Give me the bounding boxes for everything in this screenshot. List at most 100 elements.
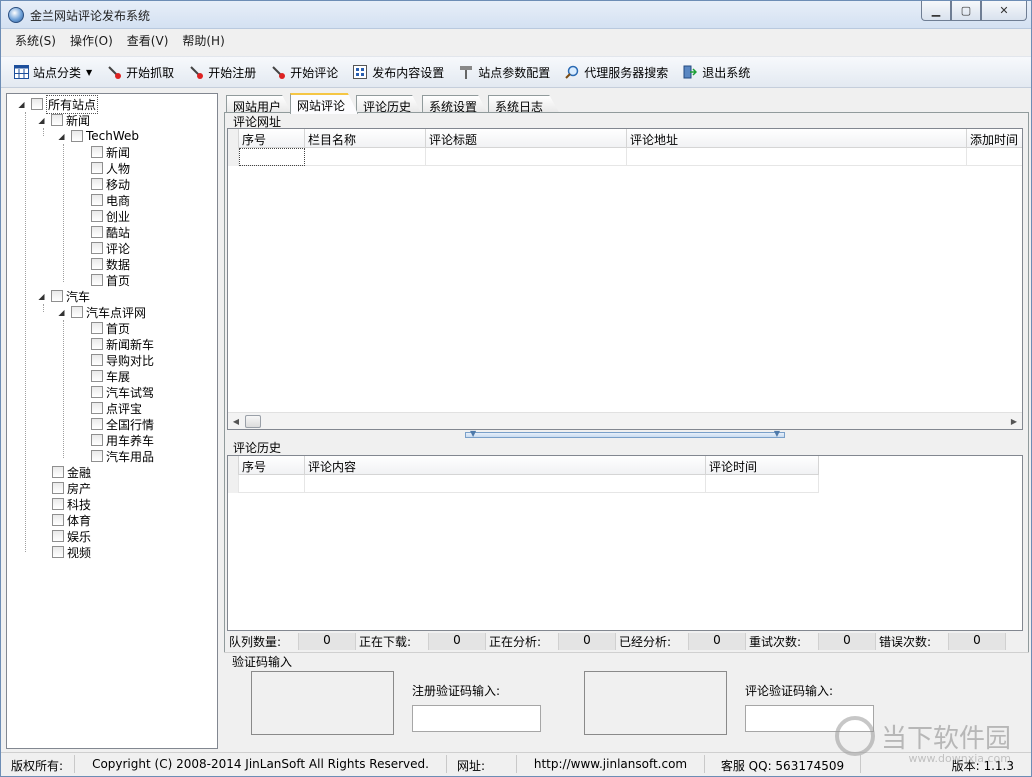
table-cell[interactable] [706, 475, 819, 493]
tree-node-news[interactable]: ◢ 新闻 [37, 112, 90, 128]
tree-checkbox[interactable] [91, 178, 103, 190]
tree-checkbox[interactable] [52, 482, 64, 494]
collapse-triangle-icon[interactable]: ◢ [37, 116, 46, 125]
tree-node-video[interactable]: 视频 [52, 544, 91, 560]
tree-leaf[interactable]: 首页 [91, 320, 130, 336]
tree-checkbox[interactable] [52, 546, 64, 558]
column-header[interactable]: 评论地址 [627, 129, 967, 148]
tree-checkbox[interactable] [91, 338, 103, 350]
menu-system[interactable]: 系统(S) [8, 30, 63, 50]
tree-checkbox[interactable] [91, 258, 103, 270]
tree-checkbox[interactable] [51, 290, 63, 302]
tree-leaf[interactable]: 人物 [91, 160, 130, 176]
tree-checkbox[interactable] [91, 322, 103, 334]
publish-content-settings-button[interactable]: 发布内容设置 [350, 60, 446, 84]
table-row[interactable] [228, 148, 1022, 166]
tree-leaf[interactable]: 数据 [91, 256, 130, 272]
table-row[interactable] [228, 475, 819, 493]
collapse-triangle-icon[interactable]: ◢ [57, 132, 66, 141]
collapse-triangle-icon[interactable]: ◢ [17, 100, 26, 109]
table-cell[interactable] [305, 148, 426, 166]
horizontal-splitter[interactable]: ▼ ▼ [465, 429, 785, 438]
tree-node-autosite[interactable]: ◢ 汽车点评网 [57, 304, 146, 320]
menu-view[interactable]: 查看(V) [120, 30, 176, 50]
site-params-config-button[interactable]: 站点参数配置 [456, 60, 552, 84]
tree-checkbox[interactable] [91, 402, 103, 414]
table-cell[interactable] [627, 148, 967, 166]
tree-checkbox[interactable] [91, 146, 103, 158]
tree-checkbox[interactable] [91, 434, 103, 446]
site-category-button[interactable]: 站点分类 ▼ [11, 60, 94, 84]
scroll-right-icon[interactable]: ▶ [1007, 415, 1021, 427]
tree-leaf[interactable]: 评论 [91, 240, 130, 256]
tree-leaf[interactable]: 首页 [91, 272, 130, 288]
tree-leaf[interactable]: 用车养车 [91, 432, 154, 448]
tree-checkbox[interactable] [71, 130, 83, 142]
horizontal-scrollbar[interactable]: ◀ ▶ [228, 412, 1022, 429]
site-tree[interactable]: ◢ 所有站点 ◢ 新闻 ◢ TechWeb 新闻 人物 移动 电商 创业 酷站 … [6, 93, 218, 749]
table-cell[interactable] [239, 475, 305, 493]
menu-help[interactable]: 帮助(H) [175, 30, 231, 50]
tree-checkbox[interactable] [91, 354, 103, 366]
column-header[interactable]: 评论时间 [706, 456, 819, 475]
tree-checkbox[interactable] [91, 242, 103, 254]
column-header[interactable]: 添加时间 [967, 129, 1022, 148]
tab-site-comments[interactable]: 网站评论 [290, 93, 358, 114]
start-comment-button[interactable]: 开始评论 [268, 60, 340, 84]
tree-root[interactable]: ◢ 所有站点 [17, 94, 99, 114]
tree-leaf[interactable]: 移动 [91, 176, 130, 192]
tree-leaf[interactable]: 点评宝 [91, 400, 142, 416]
tree-node-realestate[interactable]: 房产 [52, 480, 91, 496]
tree-leaf[interactable]: 汽车试驾 [91, 384, 154, 400]
comment-url-grid[interactable]: 序号 栏目名称 评论标题 评论地址 添加时间 ◀ ▶ [227, 128, 1023, 430]
tree-checkbox[interactable] [91, 418, 103, 430]
tree-leaf[interactable]: 新闻新车 [91, 336, 154, 352]
tree-checkbox[interactable] [91, 210, 103, 222]
collapse-triangle-icon[interactable]: ◢ [37, 292, 46, 301]
tree-checkbox[interactable] [71, 306, 83, 318]
tree-checkbox[interactable] [91, 386, 103, 398]
table-cell[interactable] [239, 148, 305, 166]
tree-checkbox[interactable] [52, 466, 64, 478]
minimize-button[interactable]: ▁ [921, 1, 951, 21]
collapse-triangle-icon[interactable]: ◢ [57, 308, 66, 317]
tree-node-tech[interactable]: 科技 [52, 496, 91, 512]
table-cell[interactable] [426, 148, 627, 166]
tree-checkbox[interactable] [91, 450, 103, 462]
register-captcha-input[interactable] [412, 705, 541, 732]
tree-node-sports[interactable]: 体育 [52, 512, 91, 528]
tree-checkbox[interactable] [51, 114, 63, 126]
table-cell[interactable] [967, 148, 1022, 166]
proxy-search-button[interactable]: 代理服务器搜索 [562, 60, 670, 84]
tree-node-auto[interactable]: ◢ 汽车 [37, 288, 90, 304]
tree-checkbox[interactable] [91, 194, 103, 206]
chevron-down-icon[interactable]: ▼ [86, 68, 92, 77]
tree-leaf[interactable]: 导购对比 [91, 352, 154, 368]
maximize-button[interactable]: ▢ [951, 1, 981, 21]
tree-node-entertainment[interactable]: 娱乐 [52, 528, 91, 544]
column-header[interactable]: 序号 [239, 129, 305, 148]
tree-checkbox[interactable] [52, 530, 64, 542]
column-header[interactable]: 序号 [239, 456, 305, 475]
start-fetch-button[interactable]: 开始抓取 [104, 60, 176, 84]
comment-history-grid[interactable]: 序号 评论内容 评论时间 [227, 455, 1023, 631]
tree-leaf[interactable]: 车展 [91, 368, 130, 384]
website-link[interactable]: http://www.jinlansoft.com [517, 754, 705, 773]
tree-checkbox[interactable] [31, 98, 43, 110]
scroll-thumb[interactable] [245, 415, 261, 428]
tree-checkbox[interactable] [91, 162, 103, 174]
tree-leaf[interactable]: 电商 [91, 192, 130, 208]
tree-node-techweb[interactable]: ◢ TechWeb [57, 128, 139, 144]
close-button[interactable]: ✕ [981, 1, 1027, 21]
tree-checkbox[interactable] [91, 274, 103, 286]
column-header[interactable]: 栏目名称 [305, 129, 426, 148]
menu-operation[interactable]: 操作(O) [63, 30, 120, 50]
column-header[interactable]: 评论标题 [426, 129, 627, 148]
tree-checkbox[interactable] [52, 498, 64, 510]
tree-node-finance[interactable]: 金融 [52, 464, 91, 480]
tree-leaf[interactable]: 新闻 [91, 144, 130, 160]
tree-checkbox[interactable] [52, 514, 64, 526]
tree-checkbox[interactable] [91, 370, 103, 382]
start-register-button[interactable]: 开始注册 [186, 60, 258, 84]
column-header[interactable]: 评论内容 [305, 456, 706, 475]
